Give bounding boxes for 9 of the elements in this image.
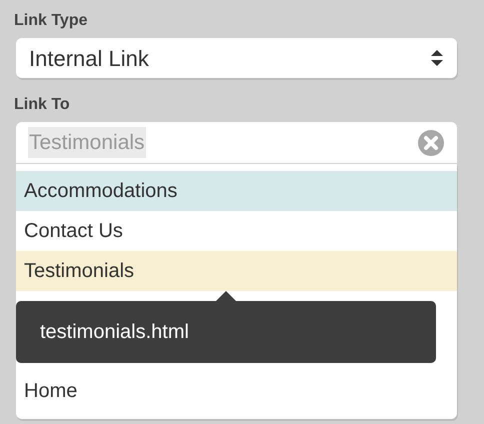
dropdown-option[interactable]: Testimonials bbox=[16, 251, 457, 291]
field-label: Link To bbox=[14, 95, 71, 115]
field-label: Link Type bbox=[14, 11, 88, 31]
tooltip-text: testimonials.html bbox=[40, 320, 189, 345]
sort-arrows-icon bbox=[430, 49, 444, 67]
field-value: Testimonials bbox=[28, 126, 146, 158]
clear-icon[interactable] bbox=[417, 128, 445, 156]
link-type-select[interactable]: Internal Link bbox=[16, 38, 457, 78]
dropdown-option[interactable]: Accommodations bbox=[16, 171, 457, 211]
